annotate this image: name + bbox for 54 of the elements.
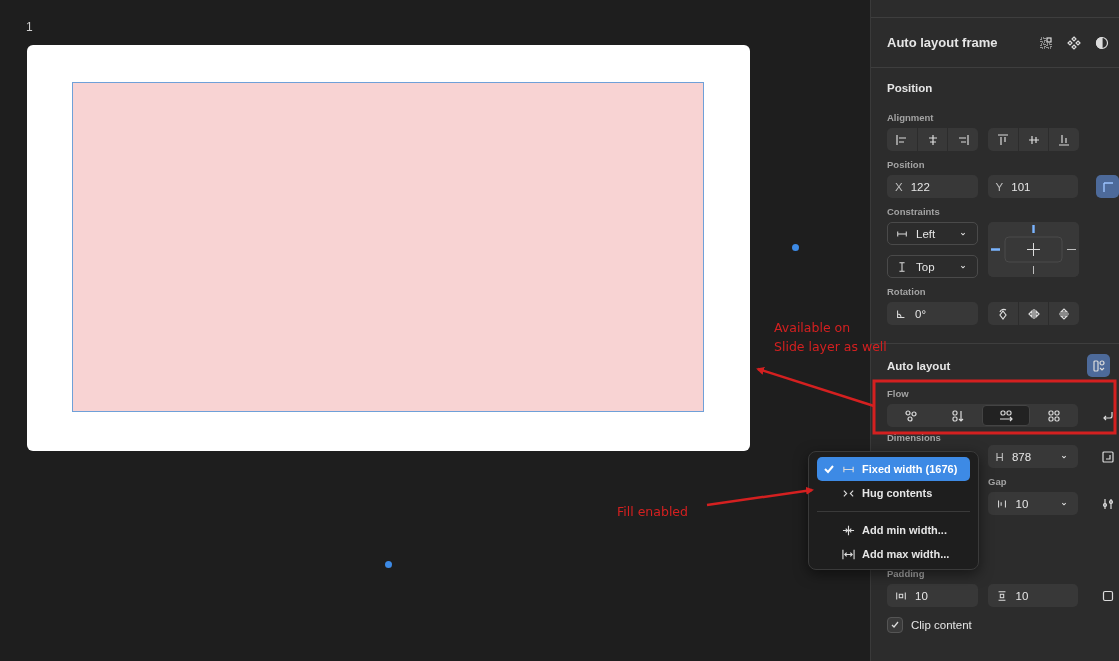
absolute-position-toggle[interactable] <box>1096 175 1119 198</box>
frame-label: 1 <box>26 20 33 34</box>
menu-item[interactable]: Hug contents <box>817 481 970 505</box>
field-label: Padding <box>887 567 926 581</box>
y-field[interactable]: Y 101 <box>987 175 1079 198</box>
resize-icon <box>1100 449 1115 464</box>
field-label: Rotation <box>887 285 927 299</box>
x-field[interactable]: X 122 <box>887 175 978 198</box>
contrast-icon <box>1095 35 1109 50</box>
auto-layout-icon <box>1091 358 1106 373</box>
annotation-text: Fill enabled <box>617 503 688 521</box>
flow-option[interactable] <box>981 405 1031 426</box>
corner-icon <box>1100 179 1115 194</box>
horizontal-flow-icon <box>998 408 1013 423</box>
vertical-flow-icon <box>951 408 966 423</box>
menu-item[interactable]: Fixed width (1676) <box>817 457 970 481</box>
square-icon <box>1100 588 1115 603</box>
align-right-icon <box>956 132 971 147</box>
horizontal-constraint-dropdown[interactable]: Left <box>887 222 978 245</box>
annotation-text: Available on Slide layer as well <box>774 319 887 356</box>
field-label: Flow <box>887 387 910 401</box>
min-width-icon <box>842 523 855 537</box>
sliders-icon <box>1100 496 1115 511</box>
panel-title: Auto layout frame <box>887 35 999 50</box>
handle-dot[interactable] <box>792 244 799 251</box>
rotation-field[interactable]: 0° <box>887 302 978 325</box>
handle-dot[interactable] <box>385 561 392 568</box>
clip-content-checkbox[interactable] <box>887 617 903 633</box>
auto-layout-toggle[interactable] <box>1087 354 1110 377</box>
align-bottom-icon <box>1057 132 1072 147</box>
max-width-icon <box>842 547 855 561</box>
field-label: Dimensions <box>887 431 942 445</box>
vertical-padding-field[interactable]: 10 <box>987 584 1079 607</box>
field-label: Gap <box>988 475 1007 489</box>
checkbox-label: Clip content <box>911 619 972 631</box>
horizontal-padding-field[interactable]: 10 <box>887 584 978 607</box>
field-label: Alignment <box>887 111 935 125</box>
section-heading: Auto layout <box>887 358 951 374</box>
field-label: Position <box>887 158 926 172</box>
component-icon <box>1067 35 1081 50</box>
menu-item[interactable]: Add min width... <box>817 518 970 542</box>
section-heading: Position <box>887 81 934 96</box>
grid-flow-icon <box>1046 408 1061 423</box>
checkmark-icon <box>890 620 900 630</box>
menu-item[interactable]: Add max width... <box>817 542 970 566</box>
height-field[interactable]: H 878 <box>987 445 1079 468</box>
height-icon <box>896 260 908 273</box>
gap-field[interactable]: 10 <box>987 492 1079 515</box>
freeform-icon <box>904 408 919 423</box>
align-left-icon <box>894 132 909 147</box>
align-top-icon <box>995 132 1010 147</box>
check-icon <box>823 463 835 475</box>
field-label: Constraints <box>887 205 941 219</box>
vertical-constraint-dropdown[interactable]: Top <box>887 255 978 278</box>
